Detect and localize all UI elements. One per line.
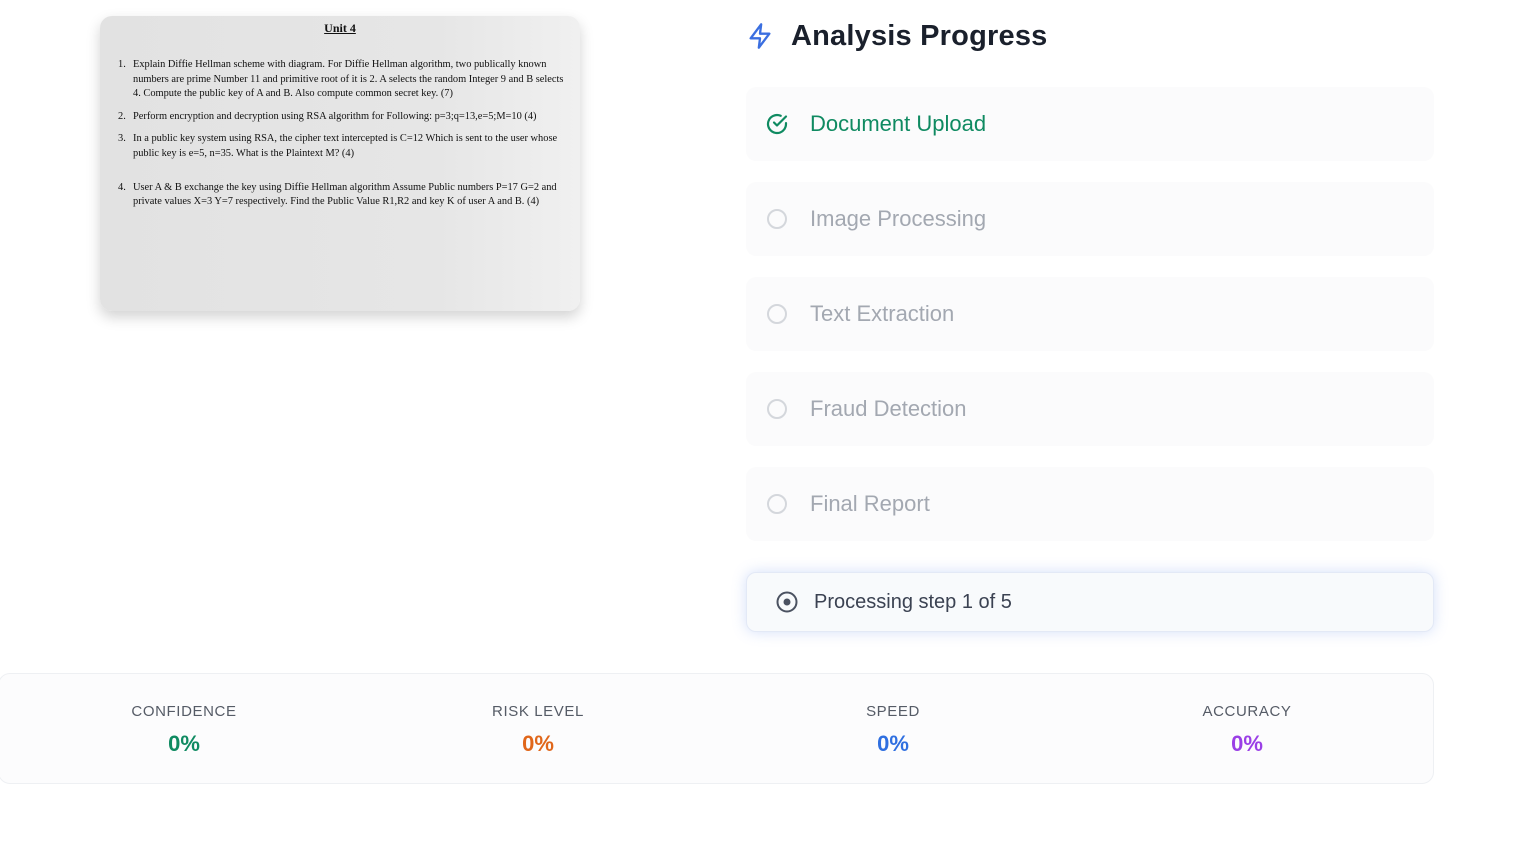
metric-accuracy: ACCURACY 0% — [1067, 674, 1427, 757]
metric-label: CONFIDENCE — [131, 703, 237, 720]
progress-heading: Analysis Progress — [746, 18, 1047, 54]
step-label: Fraud Detection — [810, 396, 967, 421]
metric-value: 0% — [522, 731, 554, 756]
question-text: Explain Diffie Hellman scheme with diagr… — [133, 59, 564, 100]
metric-label: RISK LEVEL — [492, 703, 584, 720]
step-document-upload: Document Upload — [746, 87, 1434, 161]
step-text-extraction: Text Extraction — [746, 277, 1434, 351]
question-number: 2. — [118, 110, 126, 122]
empty-circle-icon — [765, 492, 789, 516]
step-final-report: Final Report — [746, 467, 1434, 541]
question-item: 2. Perform encryption and decryption usi… — [114, 110, 570, 125]
question-number: 3. — [118, 133, 126, 145]
step-image-processing: Image Processing — [746, 182, 1434, 256]
question-text: In a public key system using RSA, the ci… — [133, 133, 558, 159]
metric-confidence: CONFIDENCE 0% — [4, 674, 364, 757]
radio-dot-icon — [776, 591, 798, 613]
question-number: 4. — [118, 181, 126, 193]
question-item: 4. User A & B exchange the key using Dif… — [114, 181, 570, 210]
page-title: Analysis Progress — [791, 19, 1048, 52]
metric-label: SPEED — [866, 703, 920, 720]
step-fraud-detection: Fraud Detection — [746, 372, 1434, 446]
question-text: User A & B exchange the key using Diffie… — [133, 181, 557, 208]
empty-circle-icon — [765, 207, 789, 231]
question-number: 1. — [118, 59, 126, 70]
empty-circle-icon — [765, 302, 789, 326]
question-list: 1. Explain Diffie Hellman scheme with di… — [114, 58, 570, 218]
step-label: Text Extraction — [810, 301, 955, 326]
document-title: Unit 4 — [324, 21, 356, 35]
step-label: Image Processing — [810, 206, 987, 231]
step-label: Document Upload — [810, 111, 987, 136]
metric-label: ACCURACY — [1202, 703, 1292, 720]
check-circle-icon — [765, 112, 789, 136]
question-item: 3. In a public key system using RSA, the… — [114, 132, 570, 161]
metric-value: 0% — [168, 731, 200, 756]
metric-risk-level: RISK LEVEL 0% — [358, 674, 718, 757]
lightning-icon — [749, 23, 771, 49]
question-item: 1. Explain Diffie Hellman scheme with di… — [114, 58, 570, 102]
question-text: Perform encryption and decryption using … — [133, 110, 537, 122]
empty-circle-icon — [765, 397, 789, 421]
document-preview: Unit 4 1. Explain Diffie Hellman scheme … — [100, 16, 580, 311]
step-label: Final Report — [810, 491, 930, 516]
metric-value: 0% — [877, 731, 909, 756]
metric-speed: SPEED 0% — [713, 674, 1073, 757]
status-text: Processing step 1 of 5 — [814, 590, 1012, 613]
metric-value: 0% — [1231, 731, 1263, 756]
processing-status: Processing step 1 of 5 — [746, 572, 1434, 632]
metrics-panel: CONFIDENCE 0% RISK LEVEL 0% SPEED 0% ACC… — [0, 673, 1434, 784]
